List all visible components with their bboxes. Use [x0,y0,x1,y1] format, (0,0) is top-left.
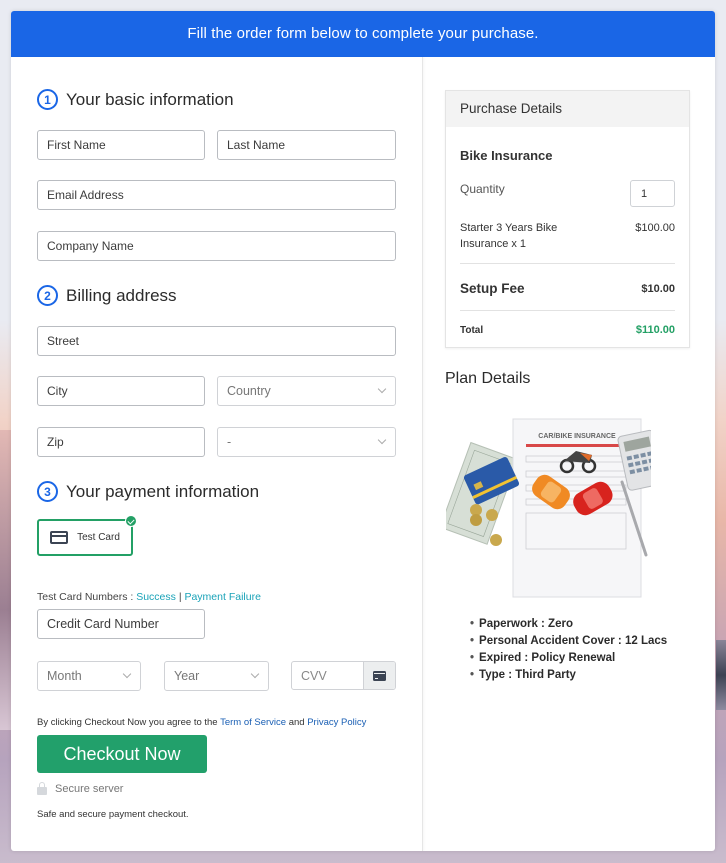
section-payment: 3 Your payment information [37,481,259,502]
section-billing: 2 Billing address [37,285,177,306]
lock-icon [37,782,47,795]
month-select[interactable]: Month [37,661,141,691]
payment-failure-link[interactable]: Payment Failure [184,591,260,603]
state-select[interactable]: - [217,427,396,457]
plan-feature: Personal Accident Cover : 12 Lacs [470,633,667,650]
purchase-details-box: Purchase Details Bike Insurance Quantity… [445,90,690,348]
country-select-value: Country [227,384,271,398]
credit-card-input[interactable]: Credit Card Number [37,609,205,639]
last-name-input[interactable]: Last Name [217,130,396,160]
line-item-name-1: Starter 3 Years Bike [460,222,558,234]
plan-feature: Expired : Policy Renewal [470,650,667,667]
plan-feature: Paperwork : Zero [470,616,667,633]
total-row: Total $110.00 [460,324,675,336]
test-card-label: Test Card [77,532,120,543]
separator: | [178,591,182,603]
line-item-name: Starter 3 Years Bike Insurance x 1 [460,220,557,252]
section-title: Your basic information [66,89,234,109]
privacy-link[interactable]: Privacy Policy [307,717,366,728]
coin [486,509,498,521]
line-item-row: Starter 3 Years Bike Insurance x 1 $100.… [460,220,675,252]
cvv-input[interactable]: CVV [292,662,363,689]
section-title: Your payment information [66,481,260,501]
form-column: 1 Your basic information First Name Last… [11,57,423,851]
first-name-input[interactable]: First Name [37,130,205,160]
agreement-and: and [288,717,305,728]
success-link[interactable]: Success [136,591,176,603]
coin [490,534,502,546]
plan-feature: Type : Third Party [470,667,667,684]
street-input[interactable]: Street [37,326,396,356]
purchase-details-header: Purchase Details [446,91,689,127]
step-3-icon: 3 [37,481,58,502]
chevron-down-icon [377,435,387,445]
setup-fee-value: $10.00 [641,282,675,295]
credit-card-icon [50,531,69,544]
terms-link[interactable]: Term of Service [220,717,286,728]
chevron-down-icon [377,384,387,394]
summary-column: Purchase Details Bike Insurance Quantity… [424,57,715,851]
coin [470,514,482,526]
total-value: $110.00 [635,324,675,336]
divider [460,263,675,264]
email-input[interactable]: Email Address [37,180,396,210]
product-name: Bike Insurance [460,148,553,163]
step-2-icon: 2 [37,285,58,306]
secure-label: Secure server [55,783,124,795]
order-banner: Fill the order form below to complete yo… [11,11,715,57]
month-select-value: Month [47,669,82,683]
check-circle-icon [125,515,137,527]
document-title: CAR/BIKE INSURANCE [538,433,616,440]
agreement-prefix: By clicking Checkout Now you agree to th… [37,717,218,728]
secure-server: Secure server [37,782,124,795]
quantity-input[interactable]: 1 [630,180,675,207]
plan-features-list: Paperwork : Zero Personal Accident Cover… [470,616,667,684]
order-form-card: Fill the order form below to complete yo… [11,11,715,851]
divider [460,310,675,311]
agreement-text: By clicking Checkout Now you agree to th… [37,717,366,728]
chevron-down-icon [122,669,132,679]
chevron-down-icon [250,669,260,679]
total-label: Total [460,324,484,336]
test-numbers-label: Test Card Numbers : [37,591,134,603]
cvv-addon [363,662,395,689]
plan-details-title: Plan Details [445,370,531,387]
year-select-value: Year [174,669,200,683]
safe-checkout-text: Safe and secure payment checkout. [37,809,189,820]
city-input[interactable]: City [37,376,205,406]
setup-fee-label: Setup Fee [460,281,525,296]
step-1-icon: 1 [37,89,58,110]
company-input[interactable]: Company Name [37,231,396,261]
line-item-name-2: Insurance x 1 [460,238,527,250]
zip-input[interactable]: Zip [37,427,205,457]
country-select[interactable]: Country [217,376,396,406]
test-card-numbers: Test Card Numbers : Success | Payment Fa… [37,591,261,603]
cvv-field[interactable]: CVV [291,661,396,690]
insurance-illustration: CAR/BIKE INSURANCE [446,418,651,598]
section-basic-info: 1 Your basic information [37,89,234,110]
quantity-label: Quantity [460,182,505,196]
section-title: Billing address [66,285,177,305]
test-card-option[interactable]: Test Card [37,515,137,556]
credit-card-icon [373,670,386,681]
year-select[interactable]: Year [164,661,269,691]
background-scenery [716,640,726,710]
state-select-value: - [227,435,232,449]
setup-fee-row: Setup Fee $10.00 [460,281,675,296]
line-item-price: $100.00 [635,222,675,234]
checkout-now-button[interactable]: Checkout Now [37,735,207,773]
